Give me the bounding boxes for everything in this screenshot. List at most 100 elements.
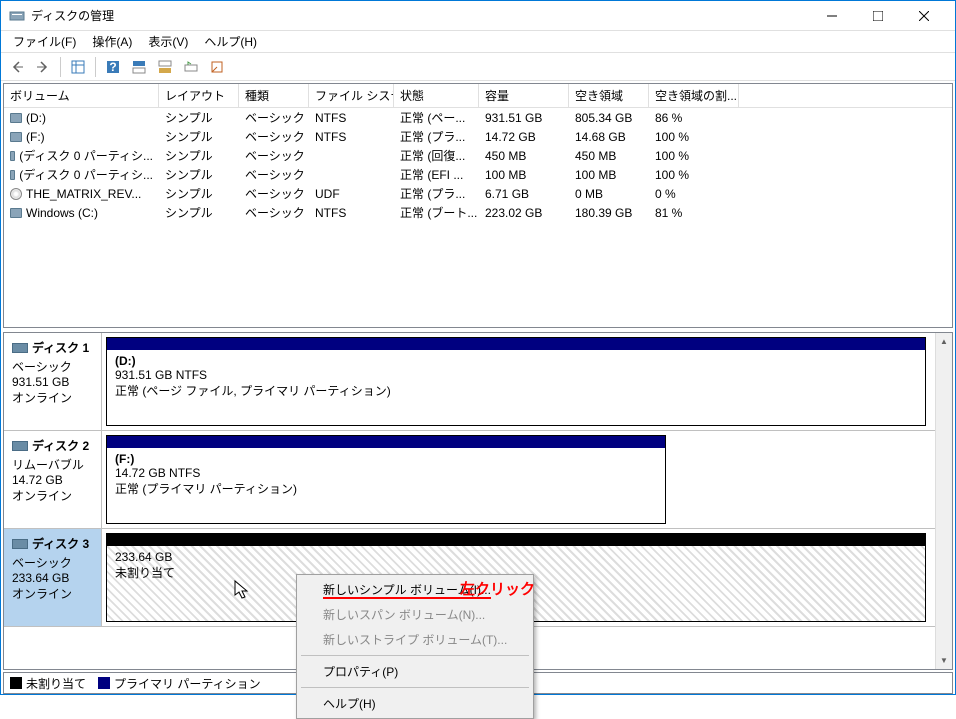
forward-button[interactable] (31, 55, 55, 79)
column-header[interactable]: 状態 (394, 84, 479, 107)
maximize-button[interactable] (855, 1, 901, 31)
column-header[interactable]: 容量 (479, 84, 569, 107)
volume-icon (10, 170, 15, 180)
volume-cell: 正常 (回復... (394, 146, 479, 165)
volume-cell: ベーシック (239, 184, 309, 203)
volume-row[interactable]: THE_MATRIX_REV...シンプルベーシックUDF正常 (プラ...6.… (4, 184, 952, 203)
partition[interactable]: (D:)931.51 GB NTFS正常 (ページ ファイル, プライマリ パー… (106, 337, 926, 426)
volume-cell (309, 165, 394, 184)
volume-cell: ベーシック (239, 127, 309, 146)
volume-cell: (F:) (4, 127, 159, 146)
menu-help[interactable]: ヘルプ(H) (196, 31, 265, 52)
legend-unallocated: 未割り当て (10, 675, 86, 692)
volume-cell: 931.51 GB (479, 108, 569, 127)
volume-cell: 100 MB (479, 165, 569, 184)
settings-button[interactable] (179, 55, 203, 79)
volume-cell: 81 % (649, 203, 739, 222)
volume-cell: UDF (309, 184, 394, 203)
menu-action[interactable]: 操作(A) (84, 31, 140, 52)
volume-cell: 正常 (ペー... (394, 108, 479, 127)
disk-info[interactable]: ディスク 1ベーシック931.51 GBオンライン (4, 333, 102, 430)
volume-list-header: ボリュームレイアウト種類ファイル システム状態容量空き領域空き領域の割... (4, 84, 952, 108)
column-header[interactable]: ボリューム (4, 84, 159, 107)
volume-cell: 100 MB (569, 165, 649, 184)
volume-cell (309, 146, 394, 165)
disk-row: ディスク 2リムーバブル14.72 GBオンライン(F:)14.72 GB NT… (4, 431, 952, 529)
scroll-up-button[interactable]: ▲ (936, 333, 952, 350)
volume-row[interactable]: (ディスク 0 パーティシ...シンプルベーシック正常 (EFI ...100 … (4, 165, 952, 184)
disk-info[interactable]: ディスク 3ベーシック233.64 GBオンライン (4, 529, 102, 626)
dvd-icon (10, 188, 22, 200)
partition[interactable]: (F:)14.72 GB NTFS正常 (プライマリ パーティション) (106, 435, 666, 524)
view-bottom-button[interactable] (153, 55, 177, 79)
volume-icon (10, 132, 22, 142)
window-title: ディスクの管理 (31, 7, 809, 24)
volume-cell: ベーシック (239, 146, 309, 165)
volume-cell: 223.02 GB (479, 203, 569, 222)
volume-cell: 100 % (649, 127, 739, 146)
close-button[interactable] (901, 1, 947, 31)
back-button[interactable] (5, 55, 29, 79)
column-header[interactable]: ファイル システム (309, 84, 394, 107)
volume-cell: 正常 (プラ... (394, 184, 479, 203)
menubar: ファイル(F) 操作(A) 表示(V) ヘルプ(H) (1, 31, 955, 53)
column-header[interactable]: 空き領域 (569, 84, 649, 107)
svg-text:?: ? (109, 60, 116, 74)
context-menu-separator (301, 655, 529, 656)
volume-cell: 450 MB (569, 146, 649, 165)
view-top-button[interactable] (127, 55, 151, 79)
volume-cell: 86 % (649, 108, 739, 127)
volume-row[interactable]: (D:)シンプルベーシックNTFS正常 (ペー...931.51 GB805.3… (4, 108, 952, 127)
disk-partitions: (F:)14.72 GB NTFS正常 (プライマリ パーティション) (102, 431, 952, 528)
help-button[interactable]: ? (101, 55, 125, 79)
context-menu-item[interactable]: 新しいシンプル ボリューム(I)... (299, 577, 531, 602)
volume-cell: 805.34 GB (569, 108, 649, 127)
volume-cell: Windows (C:) (4, 203, 159, 222)
context-menu-separator (301, 687, 529, 688)
volume-cell: 正常 (プラ... (394, 127, 479, 146)
volume-row[interactable]: Windows (C:)シンプルベーシックNTFS正常 (ブート...223.0… (4, 203, 952, 222)
scroll-down-button[interactable]: ▼ (936, 652, 952, 669)
disk-icon (12, 539, 28, 549)
volume-cell: 正常 (EFI ... (394, 165, 479, 184)
column-header[interactable]: 空き領域の割... (649, 84, 739, 107)
volume-cell: 正常 (ブート... (394, 203, 479, 222)
volume-icon (10, 208, 22, 218)
volume-cell: 100 % (649, 165, 739, 184)
minimize-button[interactable] (809, 1, 855, 31)
volume-cell: 450 MB (479, 146, 569, 165)
volume-row[interactable]: (F:)シンプルベーシックNTFS正常 (プラ...14.72 GB14.68 … (4, 127, 952, 146)
volume-cell: NTFS (309, 108, 394, 127)
volume-cell: シンプル (159, 203, 239, 222)
menu-file[interactable]: ファイル(F) (5, 31, 84, 52)
volume-cell: (D:) (4, 108, 159, 127)
volume-icon (10, 113, 22, 123)
menu-view[interactable]: 表示(V) (140, 31, 196, 52)
disk-info[interactable]: ディスク 2リムーバブル14.72 GBオンライン (4, 431, 102, 528)
scrollbar-vertical[interactable]: ▲ ▼ (935, 333, 952, 669)
column-header[interactable]: レイアウト (159, 84, 239, 107)
volume-list[interactable]: ボリュームレイアウト種類ファイル システム状態容量空き領域空き領域の割... (… (3, 83, 953, 328)
volume-cell: シンプル (159, 165, 239, 184)
context-menu-item: 新しいスパン ボリューム(N)... (299, 602, 531, 627)
disk-row: ディスク 1ベーシック931.51 GBオンライン(D:)931.51 GB N… (4, 333, 952, 431)
volume-cell: 14.72 GB (479, 127, 569, 146)
volume-cell: THE_MATRIX_REV... (4, 184, 159, 203)
disk-partitions: (D:)931.51 GB NTFS正常 (ページ ファイル, プライマリ パー… (102, 333, 952, 430)
properties-button[interactable] (205, 55, 229, 79)
view-list-button[interactable] (66, 55, 90, 79)
volume-cell: シンプル (159, 184, 239, 203)
volume-row[interactable]: (ディスク 0 パーティシ...シンプルベーシック正常 (回復...450 MB… (4, 146, 952, 165)
column-header[interactable]: 種類 (239, 84, 309, 107)
volume-cell: (ディスク 0 パーティシ... (4, 165, 159, 184)
disk-icon (12, 441, 28, 451)
context-menu-item[interactable]: プロパティ(P) (299, 659, 531, 684)
context-menu-item: 新しいストライプ ボリューム(T)... (299, 627, 531, 652)
volume-cell: シンプル (159, 108, 239, 127)
volume-cell: ベーシック (239, 108, 309, 127)
volume-cell: ベーシック (239, 165, 309, 184)
volume-cell: NTFS (309, 127, 394, 146)
volume-cell: 180.39 GB (569, 203, 649, 222)
volume-cell: 100 % (649, 146, 739, 165)
volume-cell: 0 % (649, 184, 739, 203)
